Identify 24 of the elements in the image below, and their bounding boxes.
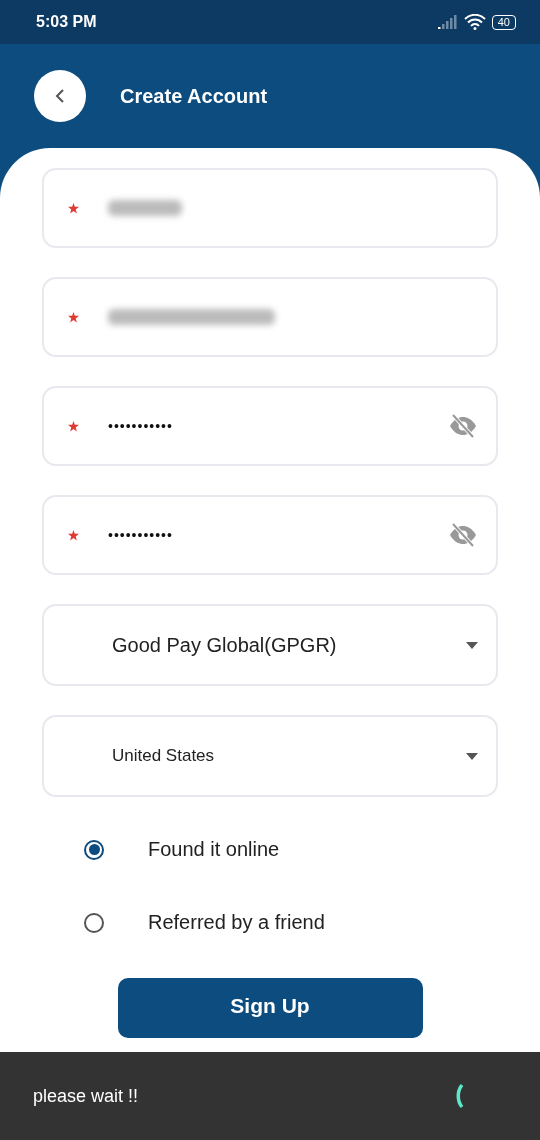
dropdown-field[interactable]: United States <box>42 715 498 797</box>
snackbar-message: please wait !! <box>33 1085 139 1107</box>
eye-off-icon[interactable] <box>448 522 478 548</box>
wifi-icon <box>463 14 486 30</box>
page-title: Create Account <box>120 84 268 108</box>
status-time: 5:03 PM <box>36 13 97 31</box>
radio-button[interactable] <box>84 912 104 933</box>
input-field[interactable] <box>42 168 498 248</box>
chevron-left-icon <box>55 88 65 104</box>
eye-off-icon[interactable] <box>448 413 478 439</box>
loading-spinner-icon <box>454 1083 464 1109</box>
radio-button[interactable] <box>84 839 104 860</box>
input-field[interactable]: ••••••••••• <box>42 386 498 466</box>
back-button[interactable] <box>34 70 86 122</box>
radio-label: Referred by a friend <box>148 911 325 934</box>
dropdown-caret-icon <box>466 641 478 649</box>
input-field[interactable] <box>42 277 498 357</box>
sign-up-button[interactable]: Sign Up <box>117 978 423 1038</box>
battery-level: 40 <box>491 14 516 30</box>
radio-label: Found it online <box>148 838 280 861</box>
dropdown-field[interactable]: Good Pay Global(GPGR) <box>42 604 498 686</box>
input-field[interactable]: ••••••••••• <box>42 495 498 575</box>
signal-icon <box>437 15 458 29</box>
dropdown-caret-icon <box>466 752 478 760</box>
